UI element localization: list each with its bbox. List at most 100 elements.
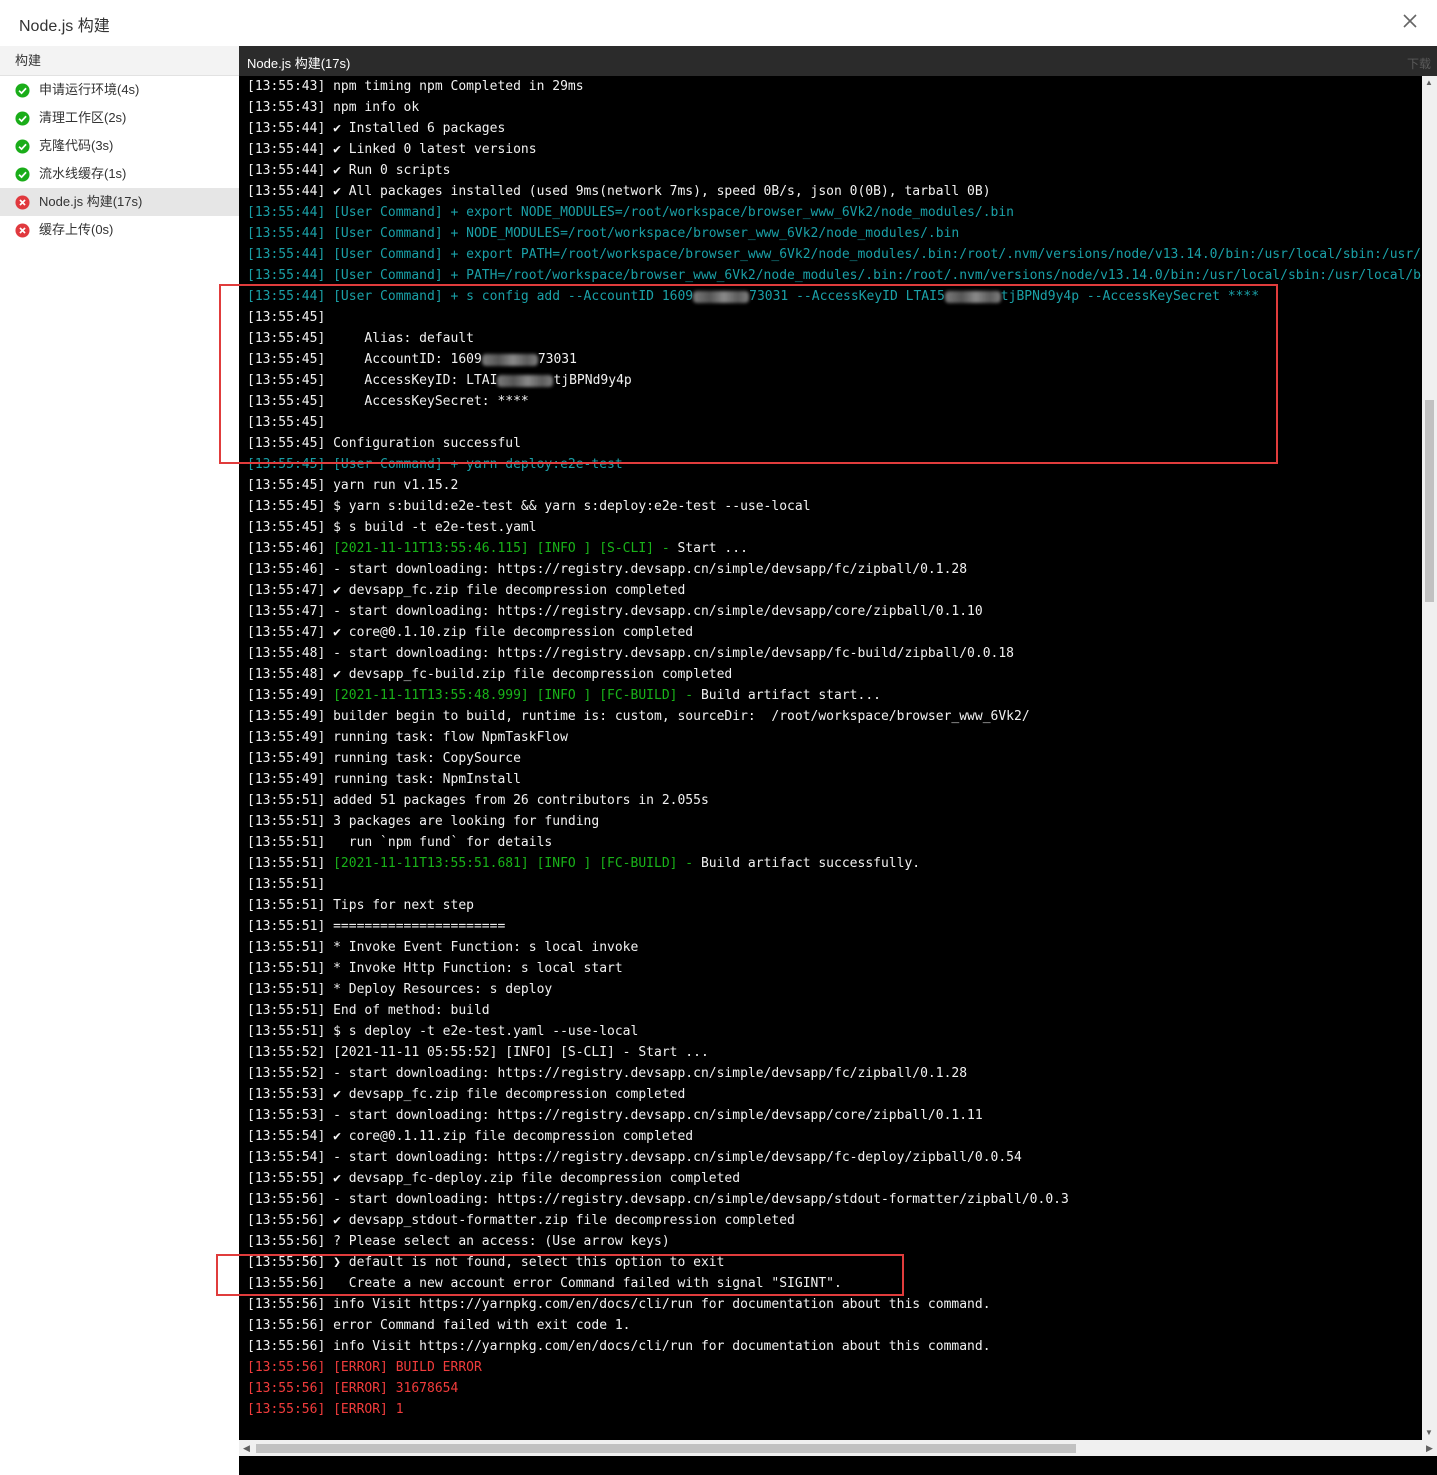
build-step[interactable]: Node.js 构建(17s) bbox=[0, 188, 239, 216]
download-button[interactable]: 下载 bbox=[1407, 55, 1431, 72]
log-segment: [13:55:44] [User Command] + s config add… bbox=[247, 289, 694, 304]
log-line: [13:55:51] * Invoke Event Function: s lo… bbox=[247, 940, 639, 955]
close-icon[interactable] bbox=[1401, 12, 1419, 30]
log-output: [13:55:43] npm timing npm Completed in 2… bbox=[239, 76, 1422, 1440]
log-line: [13:55:56] error Command failed with exi… bbox=[247, 1318, 631, 1333]
build-step-label: 流水线缓存(1s) bbox=[39, 166, 127, 181]
log-line: [13:55:45] yarn run v1.15.2 bbox=[247, 478, 459, 493]
log-segment: tjBPNd9y4p --AccessKeySecret **** bbox=[1000, 289, 1260, 304]
log-line: [13:55:56] ❯ default is not found, selec… bbox=[247, 1255, 725, 1270]
log-line: [13:55:53] - start downloading: https://… bbox=[247, 1108, 983, 1123]
log-line: [13:55:45] Alias: default bbox=[247, 331, 474, 346]
log-line: [13:55:49] running task: flow NpmTaskFlo… bbox=[247, 730, 568, 745]
log-title: Node.js 构建(17s) bbox=[247, 56, 351, 71]
build-step[interactable]: 流水线缓存(1s) bbox=[0, 160, 239, 188]
log-line: [13:55:45] bbox=[247, 310, 326, 325]
horizontal-scroll-thumb[interactable] bbox=[256, 1444, 1076, 1453]
log-line: [13:55:47] ✔ core@0.1.10.zip file decomp… bbox=[247, 625, 694, 640]
log-line: [13:55:46] - start downloading: https://… bbox=[247, 562, 968, 577]
log-line: [13:55:51] $ s deploy -t e2e-test.yaml -… bbox=[247, 1024, 639, 1039]
log-line: [13:55:51] ====================== bbox=[247, 919, 506, 934]
log-line: [13:55:56] [ERROR] 1 bbox=[247, 1402, 404, 1417]
build-step-label: 清理工作区(2s) bbox=[39, 110, 127, 125]
scroll-down-arrow-icon[interactable]: ▼ bbox=[1425, 1428, 1433, 1438]
log-line: [13:55:56] ? Please select an access: (U… bbox=[247, 1234, 670, 1249]
log-line: [13:55:45] [User Command] + yarn deploy:… bbox=[247, 457, 623, 472]
log-segment: 73031 bbox=[537, 352, 577, 367]
log-line: [13:55:43] npm timing npm Completed in 2… bbox=[247, 79, 584, 94]
sidebar-header: 构建 bbox=[0, 46, 239, 76]
log-line: [13:55:44] [User Command] + NODE_MODULES… bbox=[247, 226, 960, 241]
log-line: [13:55:56] [ERROR] 31678654 bbox=[247, 1381, 459, 1396]
log-line: [13:55:56] [ERROR] BUILD ERROR bbox=[247, 1360, 482, 1375]
log-line: [13:55:44] ✔ All packages installed (use… bbox=[247, 184, 991, 199]
log-line: [13:55:44] [User Command] + s config add… bbox=[247, 286, 1422, 307]
log-segment: [2021-11-11T13:55:46.115] [INFO ] [S-CLI… bbox=[333, 541, 678, 556]
log-line: [13:55:45] AccessKeySecret: **** bbox=[247, 394, 529, 409]
log-line: [13:55:53] ✔ devsapp_fc.zip file decompr… bbox=[247, 1087, 686, 1102]
build-step-label: 缓存上传(0s) bbox=[39, 222, 114, 237]
check-circle-icon bbox=[15, 167, 30, 182]
log-line: [13:55:51] * Invoke Http Function: s loc… bbox=[247, 961, 623, 976]
redacted-blur bbox=[497, 374, 554, 387]
redacted-blur bbox=[944, 290, 1001, 303]
log-line: [13:55:56] - start downloading: https://… bbox=[247, 1192, 1069, 1207]
log-line: [13:55:45] AccessKeyID: LTAI tjBPNd9y4p bbox=[247, 370, 1422, 391]
log-line: [13:55:54] ✔ core@0.1.11.zip file decomp… bbox=[247, 1129, 694, 1144]
dialog-titlebar: Node.js 构建 bbox=[0, 0, 1437, 46]
build-step-label: Node.js 构建(17s) bbox=[39, 194, 143, 209]
vertical-scroll-thumb[interactable] bbox=[1425, 400, 1434, 602]
log-line: [13:55:45] Configuration successful bbox=[247, 436, 521, 451]
log-line: [13:55:49] builder begin to build, runti… bbox=[247, 709, 1030, 724]
scroll-up-arrow-icon[interactable]: ▲ bbox=[1425, 78, 1433, 88]
redacted-blur bbox=[481, 353, 538, 366]
log-line: [13:55:49] [2021-11-11T13:55:48.999] [IN… bbox=[247, 685, 1422, 706]
log-line: [13:55:56] info Visit https://yarnpkg.co… bbox=[247, 1339, 991, 1354]
log-segment: [13:55:45] AccessKeyID: LTAI bbox=[247, 373, 498, 388]
log-segment: [2021-11-11T13:55:48.999] [INFO ] [FC-BU… bbox=[333, 688, 701, 703]
log-line: [13:55:51] bbox=[247, 877, 326, 892]
log-line: [13:55:44] ✔ Linked 0 latest versions bbox=[247, 142, 537, 157]
log-line: [13:55:48] - start downloading: https://… bbox=[247, 646, 1015, 661]
scroll-left-arrow-icon[interactable]: ◀ bbox=[243, 1443, 250, 1454]
log-panel: Node.js 构建(17s) 下载 [13:55:43] npm timing… bbox=[239, 46, 1437, 1475]
log-line: [13:55:43] npm info ok bbox=[247, 100, 420, 115]
log-line: [13:55:47] ✔ devsapp_fc.zip file decompr… bbox=[247, 583, 686, 598]
dialog-title: Node.js 构建 bbox=[19, 18, 110, 35]
log-line: [13:55:48] ✔ devsapp_fc-build.zip file d… bbox=[247, 667, 733, 682]
horizontal-scrollbar[interactable]: ◀ ▶ bbox=[239, 1440, 1437, 1456]
log-line: [13:55:44] [User Command] + PATH=/root/w… bbox=[247, 268, 1422, 283]
log-line: [13:55:45] bbox=[247, 415, 326, 430]
build-step[interactable]: 缓存上传(0s) bbox=[0, 216, 239, 244]
log-line: [13:55:51] run `npm fund` for details bbox=[247, 835, 553, 850]
build-step[interactable]: 克隆代码(3s) bbox=[0, 132, 239, 160]
build-step[interactable]: 清理工作区(2s) bbox=[0, 104, 239, 132]
log-line: [13:55:52] - start downloading: https://… bbox=[247, 1066, 968, 1081]
log-line: [13:55:54] - start downloading: https://… bbox=[247, 1150, 1022, 1165]
error-circle-icon bbox=[15, 223, 30, 238]
check-circle-icon bbox=[15, 111, 30, 126]
error-circle-icon bbox=[15, 195, 30, 210]
log-line: [13:55:51] [2021-11-11T13:55:51.681] [IN… bbox=[247, 853, 1422, 874]
log-line: [13:55:51] End of method: build bbox=[247, 1003, 490, 1018]
build-steps-list: 申请运行环境(4s) 清理工作区(2s) 克隆代码(3s) 流水线缓存(1s) Node… bbox=[0, 76, 239, 244]
check-circle-icon bbox=[15, 139, 30, 154]
log-header: Node.js 构建(17s) 下载 bbox=[239, 46, 1437, 76]
log-line: [13:55:49] running task: NpmInstall bbox=[247, 772, 521, 787]
log-line: [13:55:55] ✔ devsapp_fc-deploy.zip file … bbox=[247, 1171, 741, 1186]
build-step[interactable]: 申请运行环境(4s) bbox=[0, 76, 239, 104]
build-step-label: 申请运行环境(4s) bbox=[39, 82, 140, 97]
log-segment: [13:55:45] AccountID: 1609 bbox=[247, 352, 482, 367]
log-line: [13:55:51] * Deploy Resources: s deploy bbox=[247, 982, 553, 997]
log-segment: Build artifact start... bbox=[700, 688, 881, 703]
vertical-scrollbar[interactable]: ▲ ▼ bbox=[1422, 76, 1437, 1440]
log-segment: [2021-11-11T13:55:51.681] [INFO ] [FC-BU… bbox=[333, 856, 701, 871]
scroll-right-arrow-icon[interactable]: ▶ bbox=[1426, 1443, 1433, 1454]
log-line: [13:55:45] AccountID: 1609 73031 bbox=[247, 349, 1422, 370]
log-segment: tjBPNd9y4p bbox=[553, 373, 632, 388]
log-line: [13:55:56] Create a new account error Co… bbox=[247, 1276, 842, 1291]
log-line: [13:55:51] added 51 packages from 26 con… bbox=[247, 793, 709, 808]
log-line: [13:55:56] info Visit https://yarnpkg.co… bbox=[247, 1297, 991, 1312]
log-line: [13:55:44] [User Command] + export NODE_… bbox=[247, 205, 1015, 220]
log-line: [13:55:56] ✔ devsapp_stdout-formatter.zi… bbox=[247, 1213, 795, 1228]
